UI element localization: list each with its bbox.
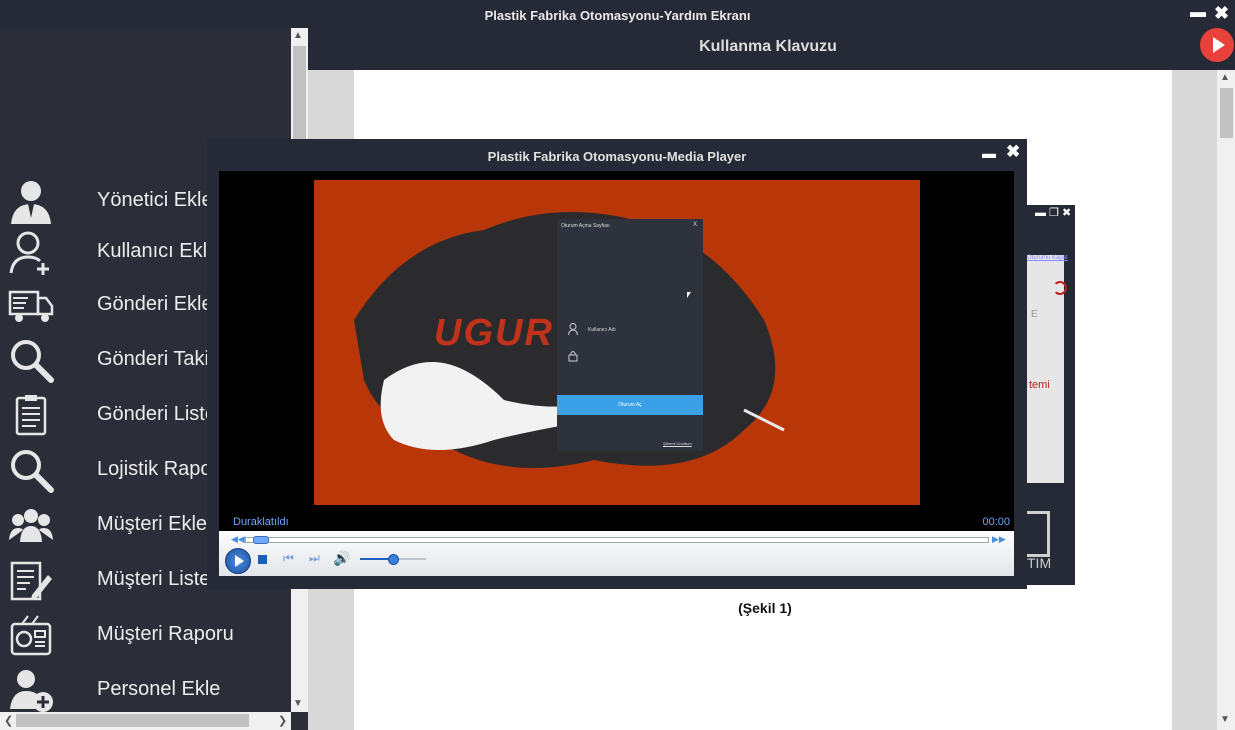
scroll-down-icon[interactable]: ▼ xyxy=(293,698,303,709)
sidebar-item-label: Müşteri Ekle xyxy=(97,513,208,535)
volume-slider[interactable] xyxy=(360,554,426,565)
scroll-thumb[interactable] xyxy=(1220,88,1233,138)
seek-thumb[interactable] xyxy=(253,536,270,544)
clipboard-icon xyxy=(15,395,47,436)
player-status-bar: Duraklatıldı 00:00 xyxy=(219,515,1014,531)
sidebar-item-label: Gönderi Takip xyxy=(97,348,221,370)
player-time: 00:00 xyxy=(982,516,1010,528)
search-icon xyxy=(11,450,54,493)
scroll-up-icon[interactable]: ▲ xyxy=(293,30,303,41)
next-button[interactable]: ⏭ xyxy=(309,551,320,566)
bg-panel: Oturumu Kapat E temi xyxy=(1027,255,1068,483)
seek-bar[interactable] xyxy=(245,536,989,544)
page-title: Kullanma Klavuzu xyxy=(699,38,837,55)
sidebar-item-label: Yönetici Ekle xyxy=(97,189,213,211)
username-label: Kullanıcı Adı xyxy=(588,327,616,333)
background-window: ▬ ❐ ✖ Oturumu Kapat E temi TİM xyxy=(1027,205,1075,585)
login-dialog: Oturum Açma Sayfası X Kullanıcı Adı Otur… xyxy=(557,219,703,451)
play-button[interactable] xyxy=(225,548,251,574)
sidebar-item-label: Gönderi Ekle xyxy=(97,293,213,315)
manager-icon xyxy=(11,181,51,224)
scroll-thumb[interactable] xyxy=(16,714,249,727)
login-title: Oturum Açma Sayfası xyxy=(561,223,610,229)
scroll-up-icon[interactable]: ▲ xyxy=(1220,72,1230,83)
sidebar-item-label: Müşteri Listesi xyxy=(97,568,225,590)
volume-thumb[interactable] xyxy=(388,554,399,565)
group-icon xyxy=(9,509,53,542)
bg-icon xyxy=(1027,511,1050,557)
sidebar-item-label: Kullanıcı Ekle xyxy=(97,240,219,262)
login-close[interactable]: X xyxy=(693,222,697,228)
mp-close-button[interactable]: ✖ xyxy=(1006,142,1020,162)
truck-icon xyxy=(8,290,54,322)
scroll-thumb[interactable] xyxy=(293,46,306,141)
lock-icon xyxy=(568,351,578,362)
list-edit-icon xyxy=(10,561,52,601)
bg-logo-icon xyxy=(1053,281,1067,295)
content-header: Kullanma Klavuzu xyxy=(308,28,1235,70)
sidebar-item-personel-ekle[interactable]: Personel Ekle xyxy=(0,665,290,715)
sidebar-item-label: Müşteri Raporu xyxy=(97,623,234,645)
search-icon xyxy=(11,340,54,383)
sidebar-item-musteri-raporu[interactable]: Müşteri Raporu xyxy=(0,610,290,660)
bg-text: TİM xyxy=(1027,555,1052,571)
login-button-label: Oturum Aç xyxy=(618,402,642,408)
fast-forward-icon[interactable]: ▶▶ xyxy=(992,534,1006,545)
bg-text: temi xyxy=(1029,379,1050,391)
stop-button[interactable] xyxy=(258,555,267,564)
scroll-down-icon[interactable]: ▼ xyxy=(1220,714,1230,725)
user-icon xyxy=(568,323,578,335)
document-scrollbar[interactable]: ▲ ▼ xyxy=(1217,70,1235,730)
media-player-title: Plastik Fabrika Otomasyonu-Media Player xyxy=(487,149,747,164)
sidebar-item-label: Personel Ekle xyxy=(97,678,221,700)
close-button[interactable]: ✖ xyxy=(1214,3,1229,24)
logout-link[interactable]: Oturumu Kapat xyxy=(1027,255,1068,261)
minimize-button[interactable]: ▬ xyxy=(1190,4,1206,22)
scroll-left-icon[interactable]: ❮ xyxy=(4,714,13,727)
add-person-icon xyxy=(10,670,53,712)
sidebar-horizontal-scrollbar[interactable]: ❮ ❯ xyxy=(0,712,291,730)
figure-caption: (Şekil 1) xyxy=(738,600,792,616)
player-status: Duraklatıldı xyxy=(233,516,289,528)
player-controls: ◀◀ ▶▶ ⏮ ⏭ 🔊 xyxy=(219,531,1014,576)
rewind-icon[interactable]: ◀◀ xyxy=(231,534,245,545)
play-video-button[interactable] xyxy=(1200,28,1234,62)
media-player-title-bar: Plastik Fabrika Otomasyonu-Media Player … xyxy=(207,141,1027,167)
video-logo-text: UGUR xyxy=(434,312,554,354)
volume-icon[interactable]: 🔊 xyxy=(333,550,350,567)
add-user-icon xyxy=(9,231,49,275)
bg-window-controls[interactable]: ▬ ❐ ✖ xyxy=(1035,206,1071,219)
scroll-right-icon[interactable]: ❯ xyxy=(278,714,287,727)
play-icon xyxy=(235,555,244,567)
cursor-icon xyxy=(687,292,691,298)
report-icon xyxy=(10,615,52,656)
login-button[interactable]: Oturum Aç xyxy=(557,395,703,415)
title-bar: Plastik Fabrika Otomasyonu-Yardım Ekranı… xyxy=(0,0,1235,28)
play-icon xyxy=(1213,37,1225,53)
forgot-password-link[interactable]: Şifremi Unuttum xyxy=(663,441,692,446)
previous-button[interactable]: ⏮ xyxy=(283,551,294,566)
bg-text: E xyxy=(1031,309,1038,320)
mp-minimize-button[interactable]: ▬ xyxy=(982,145,996,161)
window-title: Plastik Fabrika Otomasyonu-Yardım Ekranı xyxy=(484,8,751,23)
